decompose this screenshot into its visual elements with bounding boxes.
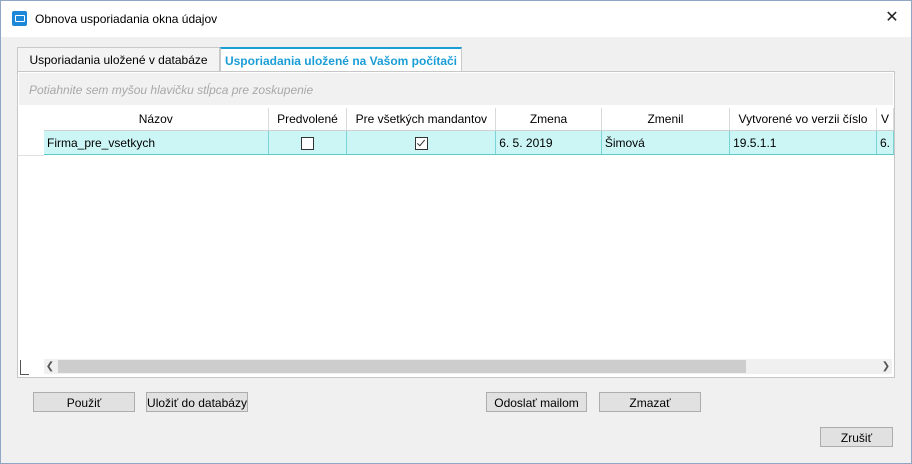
- cancel-button[interactable]: Zrušiť: [820, 427, 893, 447]
- table-row[interactable]: Firma_pre_vsetkych 6. 5. 2019 Šimová 19.…: [44, 130, 895, 155]
- cell-zmenil[interactable]: Šimová: [601, 130, 731, 155]
- grid-panel: Potiahnite sem myšou hlavičku stĺpca pre…: [17, 71, 895, 378]
- resize-corner: [20, 360, 29, 375]
- horizontal-scrollbar[interactable]: ❮ ❯: [44, 359, 892, 374]
- cell-verzia[interactable]: 19.5.1.1: [729, 130, 877, 155]
- tab-database-layouts[interactable]: Usporiadania uložené v databáze: [17, 47, 220, 71]
- cell-nazov[interactable]: Firma_pre_vsetkych: [44, 130, 269, 155]
- cell-predvolene[interactable]: [268, 130, 348, 155]
- delete-button[interactable]: Zmazať: [599, 392, 701, 412]
- column-header-nazov[interactable]: Názov: [44, 108, 269, 131]
- tab-local-layouts[interactable]: Usporiadania uložené na Vašom počítači: [220, 47, 462, 71]
- close-icon[interactable]: ✕: [881, 7, 903, 29]
- title-bar: Obnova usporiadania okna údajov ✕: [1, 1, 911, 37]
- column-header-extra[interactable]: V: [876, 108, 895, 131]
- window-icon: [12, 11, 27, 26]
- column-header-pre-vsetkych[interactable]: Pre všetkých mandantov: [346, 108, 497, 131]
- cell-pre-vsetkych[interactable]: [346, 130, 497, 155]
- chevron-right-icon[interactable]: ❯: [880, 359, 892, 374]
- save-to-database-button[interactable]: Uložiť do databázy: [146, 392, 248, 412]
- table-header-row: Názov Predvolené Pre všetkých mandantov …: [44, 108, 895, 131]
- column-header-zmenil[interactable]: Zmenil: [601, 108, 731, 131]
- cell-zmena[interactable]: 6. 5. 2019: [495, 130, 602, 155]
- column-header-zmena[interactable]: Zmena: [495, 108, 602, 131]
- chevron-left-icon[interactable]: ❮: [44, 359, 56, 374]
- group-by-hint[interactable]: Potiahnite sem myšou hlavičku stĺpca pre…: [19, 73, 893, 105]
- predvolene-checkbox[interactable]: [300, 136, 314, 150]
- send-by-mail-button[interactable]: Odoslať mailom: [486, 392, 587, 412]
- cell-extra[interactable]: 6.: [876, 130, 895, 155]
- pre-vsetkych-checkbox[interactable]: [414, 136, 428, 150]
- use-button[interactable]: Použiť: [33, 392, 135, 412]
- column-header-verzia[interactable]: Vytvorené vo verzii číslo: [729, 108, 877, 131]
- column-header-predvolene[interactable]: Predvolené: [268, 108, 348, 131]
- window-title: Obnova usporiadania okna údajov: [35, 12, 218, 26]
- dialog-window: Obnova usporiadania okna údajov ✕ Uspori…: [0, 0, 912, 464]
- row-indicator[interactable]: [18, 131, 44, 156]
- scrollbar-thumb[interactable]: [58, 360, 746, 373]
- layouts-table: Názov Predvolené Pre všetkých mandantov …: [44, 108, 895, 155]
